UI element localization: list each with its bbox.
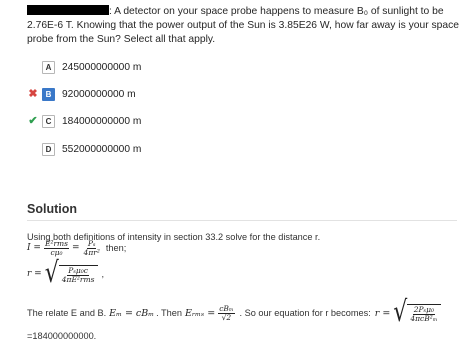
eq1-fraction-power: Pₛ 4πr² — [83, 240, 101, 257]
line3-r: r = — [374, 307, 391, 319]
eq1-lhs: I = — [27, 243, 41, 254]
equation-intensity: I = E²rms cμ₀ = Pₛ 4πr² then; — [27, 240, 126, 257]
eq2-comma: , — [101, 269, 105, 279]
redaction-bar — [27, 5, 109, 15]
line3-f-den: √2 — [221, 312, 232, 322]
line3-text-c: . So our equation for r becomes: — [239, 308, 371, 318]
line3-em: Eₘ = cBₘ — [109, 307, 155, 319]
eq1-f2-den: 4πr² — [83, 247, 100, 257]
incorrect-icon: ✖ — [28, 88, 38, 100]
option-a-letter[interactable]: A — [42, 60, 55, 74]
eq1-then: then; — [105, 243, 127, 254]
option-a-value: 245000000000 m — [62, 61, 142, 73]
solution-relation-line: The relate E and B. Eₘ = cBₘ . Then Eᵣₘₛ… — [27, 298, 442, 327]
question-text: : A detector on your space probe happens… — [27, 5, 471, 47]
solution-divider — [27, 220, 457, 221]
option-c[interactable]: ✔ C 184000000000 m — [26, 114, 141, 128]
eq1-equals: = — [72, 243, 80, 254]
option-a[interactable]: A 245000000000 m — [26, 60, 141, 74]
correct-icon: ✔ — [28, 115, 38, 127]
line3-text-b: . Then — [156, 308, 182, 318]
eq1-f1-den: cμ₀ — [50, 247, 63, 257]
eq2-den: 4πE²rms — [61, 274, 95, 284]
option-c-letter[interactable]: C — [42, 114, 55, 128]
line3-sqrt: √ 2Pₛμ₀ 4πcB²ₘ — [393, 298, 442, 327]
solution-heading: Solution — [27, 202, 77, 216]
option-c-value: 184000000000 m — [62, 115, 142, 127]
equation-distance: r = √ Pₛμ₀c 4πE²rms , — [27, 259, 105, 288]
line3-erms: Eᵣₘₛ = — [184, 307, 216, 319]
option-d-value: 552000000000 m — [62, 143, 142, 155]
eq2-sqrt: √ Pₛμ₀c 4πE²rms — [45, 259, 99, 288]
line3-text-a: The relate E and B. — [27, 308, 107, 318]
solution-result: =184000000000. — [27, 331, 97, 341]
eq1-fraction-field: E²rms cμ₀ — [43, 240, 69, 257]
line3-fraction: cBₘ √2 — [218, 304, 235, 322]
option-b-value: 92000000000 m — [62, 88, 136, 100]
line3-r-den: 4πcB²ₘ — [410, 313, 438, 323]
option-b-letter[interactable]: B — [42, 87, 55, 101]
option-d-letter[interactable]: D — [42, 142, 55, 156]
eq2-lhs: r = — [27, 269, 42, 279]
option-d[interactable]: D 552000000000 m — [26, 142, 141, 156]
option-b[interactable]: ✖ B 92000000000 m — [26, 87, 136, 101]
